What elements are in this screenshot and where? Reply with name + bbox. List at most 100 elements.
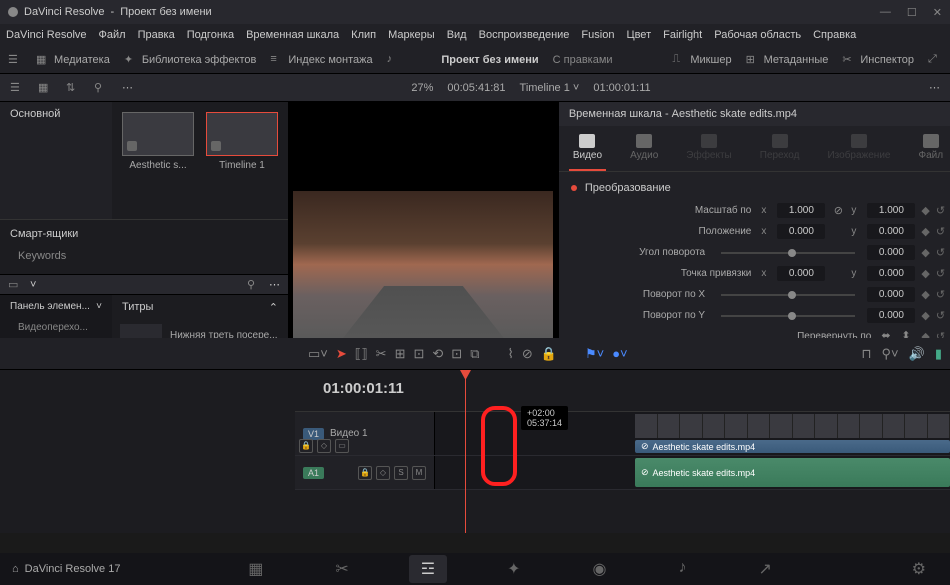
- reset-icon[interactable]: ↺: [936, 288, 945, 301]
- pitch-input[interactable]: 0.000: [867, 287, 915, 302]
- lock-track-icon[interactable]: 🔒: [358, 466, 372, 480]
- effects-library-button[interactable]: ✦Библиотека эффектов: [124, 53, 257, 67]
- search-icon[interactable]: ⚲: [247, 278, 261, 292]
- keyframe-icon[interactable]: ◆: [921, 267, 929, 280]
- inspector-button[interactable]: ✂Инспектор: [842, 53, 914, 67]
- sort-icon[interactable]: ⇅: [66, 81, 80, 95]
- zoom-icon[interactable]: ⚲˅: [882, 346, 899, 362]
- menu-item[interactable]: Fusion: [581, 29, 614, 41]
- media-clip[interactable]: Aesthetic s...: [122, 112, 194, 209]
- pos-y-input[interactable]: 0.000: [867, 224, 915, 239]
- maximize-icon[interactable]: ☐: [907, 6, 917, 19]
- yaw-input[interactable]: 0.000: [867, 308, 915, 323]
- lock-track-icon[interactable]: 🔒: [299, 439, 313, 453]
- grid-view-icon[interactable]: ▦: [38, 81, 52, 95]
- marker-icon[interactable]: ●˅: [612, 346, 627, 361]
- playhead[interactable]: [465, 370, 466, 533]
- menu-item[interactable]: Справка: [813, 29, 856, 41]
- master-bin[interactable]: Основной: [0, 102, 112, 126]
- minimize-icon[interactable]: —: [880, 6, 891, 19]
- close-icon[interactable]: ✕: [933, 6, 942, 19]
- anchor-x-input[interactable]: 0.000: [777, 266, 825, 281]
- media-timeline[interactable]: Timeline 1: [206, 112, 278, 209]
- pitch-slider[interactable]: [721, 294, 855, 296]
- track-header-v1[interactable]: V1 Видео 1 🔒 ◇ ▭: [295, 412, 435, 455]
- list-view-icon[interactable]: ☰: [10, 81, 24, 95]
- overwrite-icon[interactable]: ⊡: [413, 346, 424, 362]
- solo-icon[interactable]: S: [394, 466, 408, 480]
- timeline-selector[interactable]: Timeline 1 ˅: [520, 82, 580, 94]
- menu-item[interactable]: Правка: [138, 29, 175, 41]
- fit-icon[interactable]: ⊡: [451, 346, 462, 362]
- scale-y-input[interactable]: 1.000: [867, 203, 915, 218]
- transform-section[interactable]: Преобразование: [559, 176, 950, 200]
- rotation-slider[interactable]: [721, 252, 855, 254]
- auto-select-icon[interactable]: ◇: [376, 466, 390, 480]
- zoom-level[interactable]: 27%: [411, 82, 433, 94]
- sound-library-button[interactable]: ♪: [387, 53, 401, 67]
- selection-tool-icon[interactable]: ➤: [336, 346, 347, 362]
- metadata-button[interactable]: ⊞Метаданные: [746, 53, 829, 67]
- media-page-icon[interactable]: ▦: [236, 555, 275, 583]
- project-settings-icon[interactable]: ⚙: [900, 555, 938, 583]
- search-icon[interactable]: ⚲: [94, 81, 108, 95]
- timeline-view-icon[interactable]: ▭˅: [308, 346, 328, 362]
- menu-item[interactable]: Fairlight: [663, 29, 702, 41]
- snap-icon[interactable]: ⊓: [861, 346, 871, 362]
- tab-file[interactable]: Файл: [914, 126, 947, 171]
- razor-icon[interactable]: ⌇: [507, 346, 513, 362]
- track-header-a1[interactable]: A1 🔒 ◇ S M: [295, 456, 435, 489]
- reset-icon[interactable]: ↺: [936, 309, 945, 322]
- pos-x-input[interactable]: 0.000: [777, 224, 825, 239]
- menu-item[interactable]: Маркеры: [388, 29, 435, 41]
- insert-icon[interactable]: ⊞: [395, 346, 406, 362]
- trim-tool-icon[interactable]: ⟦⟧: [355, 346, 368, 362]
- flag-icon[interactable]: ⚑˅: [585, 346, 604, 362]
- disable-track-icon[interactable]: ▭: [335, 439, 349, 453]
- media-pool-button[interactable]: ▦Медиатека: [36, 53, 110, 67]
- yaw-slider[interactable]: [721, 315, 855, 317]
- collapse-icon[interactable]: ⌃: [269, 301, 278, 314]
- anchor-y-input[interactable]: 0.000: [867, 266, 915, 281]
- reset-icon[interactable]: ↺: [936, 246, 945, 259]
- expand-icon[interactable]: ⤢: [928, 53, 942, 67]
- menu-item[interactable]: Вид: [447, 29, 467, 41]
- more-icon[interactable]: ⋯: [269, 278, 280, 291]
- reset-icon[interactable]: ↺: [936, 267, 945, 280]
- timeline-ruler[interactable]: [295, 374, 950, 412]
- reset-icon[interactable]: ↺: [936, 204, 945, 217]
- link-icon[interactable]: ⊘: [522, 346, 533, 362]
- menu-item[interactable]: DaVinci Resolve: [6, 29, 87, 41]
- lock-icon[interactable]: 🔒: [541, 346, 557, 362]
- tab-video[interactable]: Видео: [569, 126, 606, 171]
- menu-item[interactable]: Подгонка: [187, 29, 234, 41]
- fusion-page-icon[interactable]: ✦: [495, 555, 532, 583]
- cut-page-icon[interactable]: ✂: [323, 555, 360, 583]
- home-button[interactable]: ⌂ DaVinci Resolve 17: [12, 563, 120, 575]
- link-icon[interactable]: ⊘: [831, 204, 845, 217]
- color-page-icon[interactable]: ◉: [581, 555, 619, 583]
- audio-clip[interactable]: ⊘Aesthetic skate edits.mp4: [635, 458, 950, 487]
- menu-item[interactable]: Временная шкала: [246, 29, 339, 41]
- replace-icon[interactable]: ⟲: [432, 346, 443, 362]
- mixer-button[interactable]: ⎍Микшер: [672, 53, 731, 67]
- more-icon[interactable]: ⋯: [929, 81, 940, 94]
- scale-x-input[interactable]: 1.000: [777, 203, 825, 218]
- meter-icon[interactable]: ▮: [935, 346, 942, 362]
- smart-bin-item[interactable]: Keywords: [10, 246, 278, 266]
- video-clip[interactable]: ⊘Aesthetic skate edits.mp4: [635, 440, 950, 453]
- keyframe-icon[interactable]: ◆: [921, 204, 929, 217]
- menu-item[interactable]: Воспроизведение: [479, 29, 570, 41]
- deliver-page-icon[interactable]: ↗: [746, 555, 783, 583]
- menu-item[interactable]: Клип: [351, 29, 376, 41]
- keyframe-icon[interactable]: ◆: [921, 225, 929, 238]
- more-icon[interactable]: ⋯: [122, 81, 133, 94]
- menu-item[interactable]: Рабочая область: [714, 29, 801, 41]
- rotation-input[interactable]: 0.000: [867, 245, 915, 260]
- fx-category[interactable]: Видеоперехо...: [0, 318, 112, 337]
- tab-audio[interactable]: Аудио: [626, 126, 662, 171]
- menu-item[interactable]: Файл: [99, 29, 126, 41]
- reset-icon[interactable]: ↺: [936, 225, 945, 238]
- sidebar-toggle-icon[interactable]: ☰: [8, 53, 22, 67]
- keyframe-icon[interactable]: ◆: [921, 309, 929, 322]
